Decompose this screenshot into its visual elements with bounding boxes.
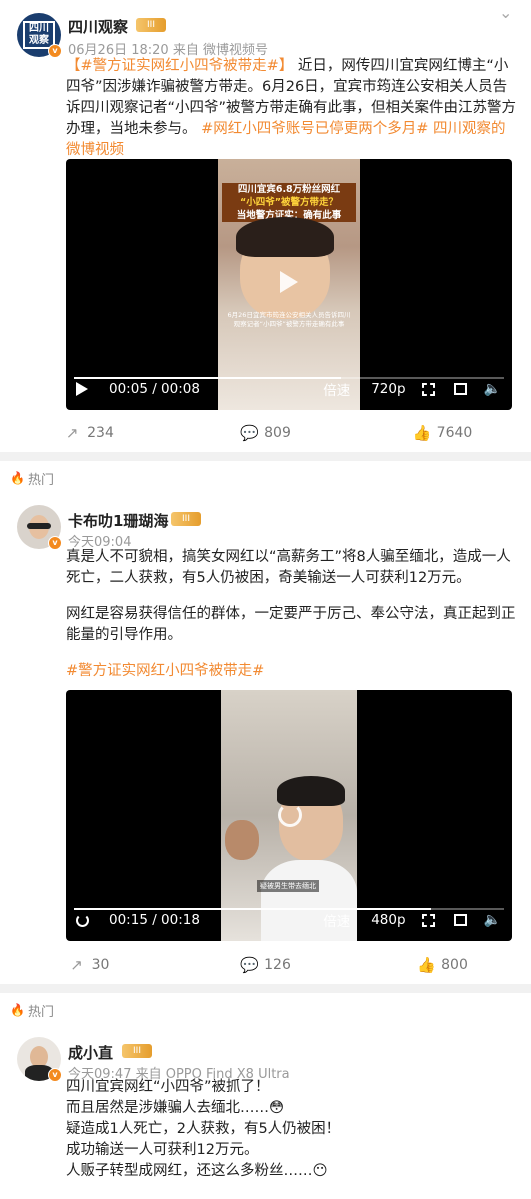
hot-label-text: 热门 xyxy=(28,1004,55,1020)
repost-button[interactable]: ↗ 30 xyxy=(0,956,177,974)
video-time: 00:05 / 00:08 xyxy=(109,381,200,397)
verified-badge: v xyxy=(48,1068,62,1082)
pip-icon[interactable] xyxy=(453,383,467,395)
hashtag-link[interactable]: 【#警方证实网红小四爷被带走#】 xyxy=(66,58,293,74)
speed-button[interactable]: 倍速 xyxy=(323,379,350,399)
post-line: 而且居然是涉嫌骗人去缅北……😳 xyxy=(66,1100,285,1116)
overlay-title-line: 四川宜宾6.8万粉丝网红 xyxy=(222,183,356,196)
repost-count: 30 xyxy=(91,957,110,973)
like-icon: 👍 xyxy=(412,424,432,442)
like-button[interactable]: 👍 7640 xyxy=(354,424,531,442)
verified-badge: v xyxy=(48,536,62,550)
post-line: 疑造成1人死亡，2人获救，有5人仍被困！ xyxy=(66,1121,341,1137)
post-line: 人贩子转型成网红，还这么多粉丝……😶 xyxy=(66,1163,328,1179)
like-icon: 👍 xyxy=(417,956,436,974)
repost-count: 234 xyxy=(87,425,114,441)
pip-icon[interactable] xyxy=(453,914,467,926)
comment-icon: 💬 xyxy=(240,956,259,974)
post-actions: ↗ 234 💬 809 👍 7640 xyxy=(0,418,531,448)
post-header: 四川 观察 v 四川观察 III 06月26日 18:20 来自 微博视频号 ⌄ xyxy=(0,0,531,60)
post-text: 【#警方证实网红小四爷被带走#】 近日，网传四川宜宾网红博主“小四爷”因涉嫌诈骗… xyxy=(66,56,517,161)
video-controls: 00:05 / 00:08 倍速 720p 🔈 xyxy=(66,368,512,410)
author-name[interactable]: 成小直 xyxy=(68,1042,113,1063)
like-count: 800 xyxy=(441,957,468,973)
repost-icon: ↗ xyxy=(70,956,83,974)
like-button[interactable]: 👍 800 xyxy=(354,956,531,974)
replay-icon[interactable] xyxy=(76,913,89,927)
post-line: 成功输送一人可获利12万元。 xyxy=(66,1142,259,1158)
post-actions: ↗ 30 💬 126 👍 800 xyxy=(0,950,531,980)
comment-count: 126 xyxy=(264,957,291,973)
person-hair xyxy=(277,776,345,806)
comment-button[interactable]: 💬 809 xyxy=(177,424,354,442)
level-badge: III xyxy=(136,18,166,32)
hashtag-link[interactable]: #警方证实网红小四爷被带走# xyxy=(66,661,517,682)
video-player[interactable]: 四川宜宾6.8万粉丝网红 “小四爷”被警方带走？ 当地警方证实：确有此事 6月2… xyxy=(66,159,512,410)
post-header: v 卡布叻1珊瑚海 III 今天09:04 xyxy=(0,495,531,555)
hot-label: 🔥 热门 xyxy=(0,461,531,495)
video-player[interactable]: 疑被男生带去缅北 00:15 / 00:18 倍速 480p 🔈 xyxy=(66,690,512,941)
post-line: 四川宜宾网红“小四爷”被抓了！ xyxy=(66,1079,270,1095)
repost-button[interactable]: ↗ 234 xyxy=(0,424,177,442)
person-hair xyxy=(236,217,334,257)
hashtag-link[interactable]: #网红小四爷账号已停更两个多月# xyxy=(201,121,428,137)
speed-button[interactable]: 倍速 xyxy=(323,910,350,930)
like-count: 7640 xyxy=(436,425,473,441)
post-paragraph: 网红是容易获得信任的群体，一定要严于厉己、奉公守法，真正起到正能量的引导作用。 xyxy=(66,606,516,643)
level-badge: III xyxy=(171,512,201,526)
post-text: 四川宜宾网红“小四爷”被抓了！ 而且居然是涉嫌骗人去缅北……😳 疑造成1人死亡，… xyxy=(66,1077,517,1182)
replay-icon[interactable] xyxy=(278,803,302,827)
author-name[interactable]: 四川观察 xyxy=(68,16,128,37)
volume-icon[interactable]: 🔈 xyxy=(484,912,501,928)
video-controls: 00:15 / 00:18 倍速 480p 🔈 xyxy=(66,899,512,941)
flame-icon: 🔥 xyxy=(10,471,25,485)
post-text: 真是人不可貌相，搞笑女网红以“高薪务工”将8人骗至缅北，造成一人死亡，二人获救，… xyxy=(66,547,517,682)
overlay-title-line: “小四爷”被警方带走？ xyxy=(222,196,356,209)
repost-icon: ↗ xyxy=(65,424,79,442)
post-card-2: 🔥 热门 v 卡布叻1珊瑚海 III 今天09:04 真是人不可貌相，搞笑女网红以… xyxy=(0,461,531,984)
fullscreen-icon[interactable] xyxy=(421,913,435,927)
volume-icon[interactable]: 🔈 xyxy=(484,381,501,397)
author-name[interactable]: 卡布叻1珊瑚海 xyxy=(68,510,168,531)
video-caption: 疑被男生带去缅北 xyxy=(257,880,319,892)
post-paragraph: 真是人不可貌相，搞笑女网红以“高薪务工”将8人骗至缅北，造成一人死亡，二人获救，… xyxy=(66,549,511,586)
level-badge: III xyxy=(122,1044,152,1058)
play-icon[interactable] xyxy=(76,382,88,396)
background-person xyxy=(225,820,259,860)
post-card-1: 四川 观察 v 四川观察 III 06月26日 18:20 来自 微博视频号 ⌄ … xyxy=(0,0,531,452)
comment-count: 809 xyxy=(264,425,291,441)
quality-button[interactable]: 720p xyxy=(371,381,405,397)
chevron-down-icon[interactable]: ⌄ xyxy=(499,5,517,21)
fullscreen-icon[interactable] xyxy=(421,382,435,396)
overlay-caption: 6月26日宜宾市筠连公安相关人员告诉四川观察记者“小四爷”被警方带走确有此事 xyxy=(227,311,351,328)
flame-icon: 🔥 xyxy=(10,1003,25,1017)
verified-badge: v xyxy=(48,44,62,58)
post-card-3: 🔥 热门 v 成小直 III 今天09:47 来自 OPPO Find X8 Ul… xyxy=(0,993,531,1199)
hot-label: 🔥 热门 xyxy=(0,993,531,1027)
avatar-glasses xyxy=(27,523,51,529)
comment-button[interactable]: 💬 126 xyxy=(177,956,354,974)
hot-label-text: 热门 xyxy=(28,472,55,488)
quality-button[interactable]: 480p xyxy=(371,912,405,928)
comment-icon: 💬 xyxy=(240,424,259,442)
video-time: 00:15 / 00:18 xyxy=(109,912,200,928)
play-icon[interactable] xyxy=(280,271,298,293)
